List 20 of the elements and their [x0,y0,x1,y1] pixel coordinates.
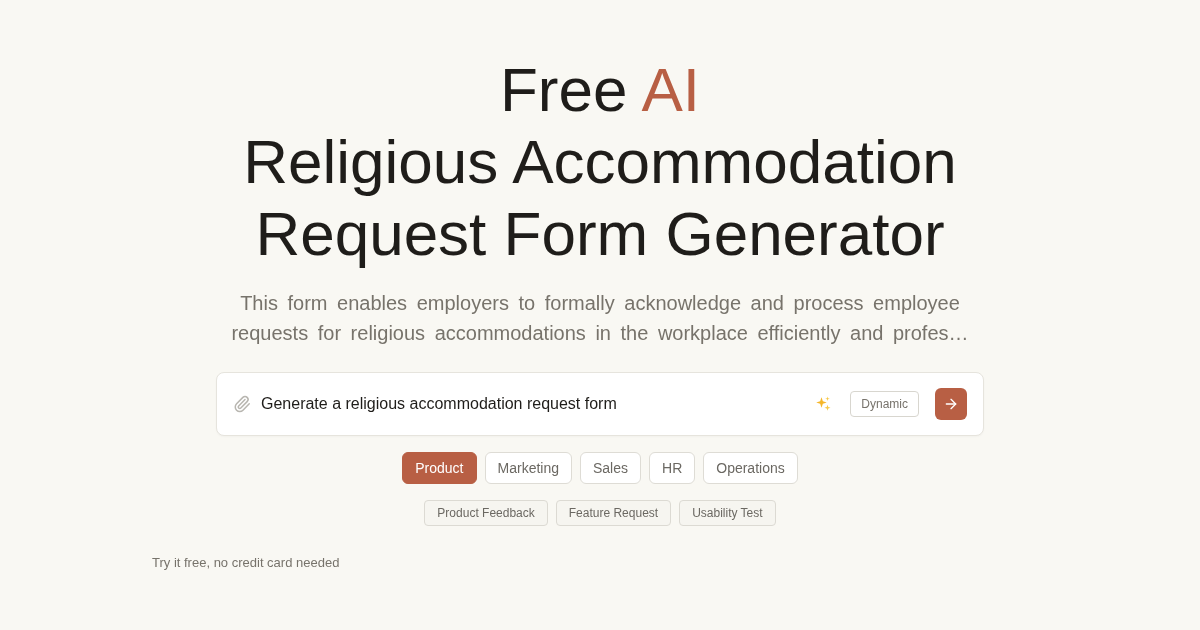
footer-note: Try it free, no credit card needed [152,555,340,570]
template-chip[interactable]: Usability Test [679,500,776,526]
prompt-text: Generate a religious accommodation request form [261,394,617,414]
mode-badge[interactable]: Dynamic [850,391,919,417]
paperclip-icon[interactable] [233,395,251,413]
category-tab[interactable]: Product [402,452,477,484]
category-tab[interactable]: HR [649,452,696,484]
category-tab[interactable]: Sales [580,452,641,484]
prompt-input[interactable]: Generate a religious accommodation request form Dynamic [216,372,984,436]
title-line: Request Form Generator [255,198,945,270]
submit-button[interactable] [935,388,967,420]
description-text: This form enables employers to formally acknowledge and process employee requests for religious accommodations in the workplace efficiently and profes… [230,291,970,346]
category-tab[interactable]: Marketing [484,452,572,484]
category-tab[interactable]: Operations [703,452,798,484]
title-line: Religious Accommodation [243,126,957,198]
title-highlight: AI [641,54,701,126]
sparkles-icon [814,395,833,413]
template-chip[interactable]: Product Feedback [424,500,548,526]
title-text: Free [499,54,628,126]
template-chip[interactable]: Feature Request [555,500,672,526]
